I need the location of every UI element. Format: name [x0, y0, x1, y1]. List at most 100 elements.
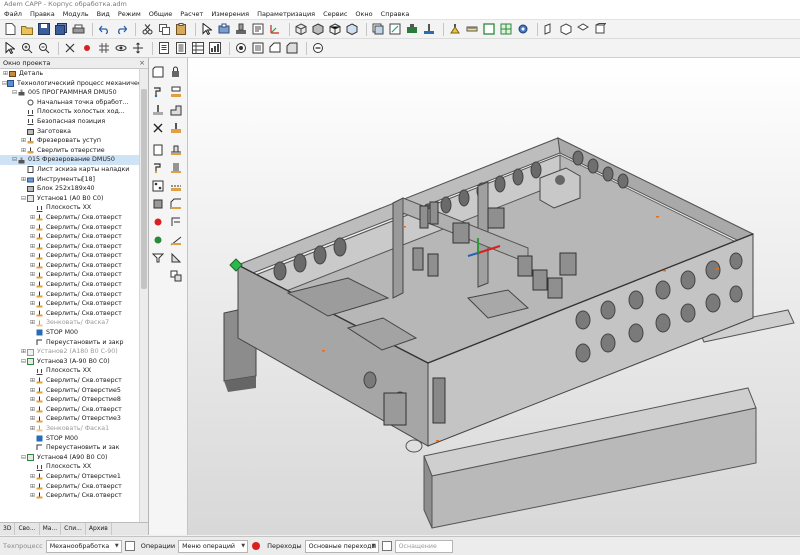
- multi-hole-icon[interactable]: [152, 180, 166, 194]
- drill-tool-icon[interactable]: [152, 104, 166, 118]
- panel-tab[interactable]: 3D: [0, 523, 16, 535]
- expand-toggle-icon[interactable]: ⊞: [29, 290, 36, 300]
- tree-item[interactable]: ⊞ Сверлить отверстие: [0, 146, 139, 156]
- tree-item[interactable]: Плоскость XX: [0, 462, 139, 472]
- slot-icon[interactable]: [170, 144, 184, 158]
- tree-item[interactable]: ⊟ Установ4 (А90 В0 С0): [0, 453, 139, 463]
- tree-item[interactable]: ⊞ Деталь: [0, 69, 139, 79]
- expand-toggle-icon[interactable]: ⊞: [2, 69, 9, 79]
- tab-shape-icon[interactable]: [152, 66, 166, 80]
- operations-field[interactable]: Меню операций ▼: [178, 539, 249, 553]
- hole-icon[interactable]: [234, 41, 248, 55]
- expand-toggle-icon[interactable]: ⊞: [29, 318, 36, 328]
- save-icon[interactable]: [37, 22, 51, 36]
- transitions-field[interactable]: Основные переходы ▼: [304, 539, 379, 553]
- new-file-icon[interactable]: [3, 22, 17, 36]
- tree-item[interactable]: Безопасная позиция: [0, 117, 139, 127]
- notice-field[interactable]: Оснащение: [394, 539, 453, 553]
- tree-item[interactable]: ⊟ 005 ПРОГРАММНАЯ DMU50: [0, 88, 139, 98]
- tree-item[interactable]: ⊞ Сверлить/ Скв.отверст: [0, 491, 139, 501]
- expand-toggle-icon[interactable]: ⊟: [20, 194, 27, 204]
- tree-item[interactable]: Плоскость XX: [0, 366, 139, 376]
- tree-item[interactable]: ⊞ Сверлить/ Скв.отверст: [0, 270, 139, 280]
- list-icon[interactable]: [124, 541, 135, 551]
- tree-item[interactable]: ⊞ Сверлить/ Скв.отверст: [0, 299, 139, 309]
- chamfer-icon[interactable]: [285, 41, 299, 55]
- tree-item[interactable]: ⊞ Сверлить/ Скв.отверст: [0, 261, 139, 271]
- simulation-icon[interactable]: [405, 22, 419, 36]
- expand-toggle-icon[interactable]: ⊞: [29, 261, 36, 271]
- tree-item[interactable]: ⊞ Сверлить/ Отверстие1: [0, 472, 139, 482]
- tree-item[interactable]: ⊞ Установ2 (А180 В0 С-90): [0, 347, 139, 357]
- bore-icon[interactable]: [170, 122, 184, 136]
- cube-view-icon[interactable]: [294, 22, 308, 36]
- funnel-icon[interactable]: [151, 252, 166, 266]
- tree-item[interactable]: ⊟ 015 Фрезерование DMU50: [0, 155, 139, 165]
- reset-tool-icon[interactable]: [170, 216, 184, 230]
- tree-item[interactable]: ⊟ Установ1 (А0 В0 С0): [0, 194, 139, 204]
- page-icon[interactable]: [152, 144, 166, 158]
- tree-scrollbar[interactable]: [139, 69, 148, 522]
- contour-icon[interactable]: [170, 180, 184, 194]
- tree-item[interactable]: Плоскость холостых ход...: [0, 107, 139, 117]
- expand-toggle-icon[interactable]: ⊞: [29, 424, 36, 434]
- expand-toggle-icon[interactable]: ⊞: [29, 386, 36, 396]
- expand-toggle-icon[interactable]: ⊞: [29, 242, 36, 252]
- expand-toggle-icon[interactable]: ⊞: [29, 491, 36, 501]
- delete-op-icon[interactable]: [152, 122, 166, 136]
- menu-item[interactable]: Общие: [145, 9, 176, 19]
- 3d-viewport[interactable]: [188, 58, 800, 535]
- print-icon[interactable]: [71, 22, 85, 36]
- tree-item[interactable]: ⊞ Сверлить/ Скв.отверст: [0, 223, 139, 233]
- menu-item[interactable]: Окно: [351, 9, 376, 19]
- tree-item[interactable]: Лист эскиза карты наладки: [0, 165, 139, 175]
- tool-library-icon[interactable]: [422, 22, 436, 36]
- menu-item[interactable]: Сервис: [319, 9, 351, 19]
- expand-toggle-icon[interactable]: ⊞: [20, 136, 27, 146]
- tree-item[interactable]: Блок 252х189х40: [0, 184, 139, 194]
- cube-shaded-icon[interactable]: [311, 22, 325, 36]
- machine-tool-icon[interactable]: [234, 22, 248, 36]
- panel-tab[interactable]: Спи...: [61, 523, 86, 535]
- orbit-icon[interactable]: [114, 41, 128, 55]
- expand-toggle-icon[interactable]: ⊞: [29, 213, 36, 223]
- expand-toggle-icon[interactable]: ⊞: [29, 414, 36, 424]
- close-icon[interactable]: ×: [139, 58, 145, 68]
- zoom-in-icon[interactable]: [20, 41, 34, 55]
- menu-item[interactable]: Справка: [377, 9, 414, 19]
- tree-item[interactable]: ⊞ Сверлить/ Скв.отверст: [0, 213, 139, 223]
- view-iso-icon[interactable]: [559, 22, 573, 36]
- cube-wire-icon[interactable]: [328, 22, 342, 36]
- coordinate-system-icon[interactable]: [268, 22, 282, 36]
- pan-icon[interactable]: [131, 41, 145, 55]
- expand-toggle-icon[interactable]: ⊟: [20, 357, 27, 367]
- outline-icon[interactable]: [268, 41, 282, 55]
- green-grid-icon[interactable]: [499, 22, 513, 36]
- tree-item[interactable]: ⊞ Сверлить/ Скв.отверст: [0, 280, 139, 290]
- chamfer-tool-icon[interactable]: [170, 198, 184, 212]
- red-dot-icon[interactable]: [80, 41, 94, 55]
- grid-icon[interactable]: [97, 41, 111, 55]
- tree-item[interactable]: ⊞ Сверлить/ Скв.отверст: [0, 232, 139, 242]
- tree-item[interactable]: ⊞ Сверлить/ Скв.отверст: [0, 290, 139, 300]
- expand-toggle-icon[interactable]: ⊞: [29, 280, 36, 290]
- tree-item[interactable]: Начальная точка обработ...: [0, 98, 139, 108]
- expand-toggle-icon[interactable]: ⊞: [29, 299, 36, 309]
- paint-icon[interactable]: [448, 22, 462, 36]
- panel-tab[interactable]: Сво...: [15, 523, 40, 535]
- arrow-icon[interactable]: [3, 41, 17, 55]
- menu-item[interactable]: Расчет: [176, 9, 207, 19]
- menu-item[interactable]: Измерения: [207, 9, 253, 19]
- panel-tab[interactable]: Архив: [86, 523, 112, 535]
- layers-icon[interactable]: [371, 22, 385, 36]
- drawing-icon[interactable]: [388, 22, 402, 36]
- tree-item[interactable]: ⊞ Сверлить/ Отверстие3: [0, 414, 139, 424]
- expand-toggle-icon[interactable]: ⊞: [29, 251, 36, 261]
- doc-list-icon[interactable]: [174, 41, 188, 55]
- expand-toggle-icon[interactable]: ⊞: [29, 223, 36, 233]
- green-check-icon[interactable]: [152, 234, 166, 248]
- paste-icon[interactable]: [174, 22, 188, 36]
- redo-icon[interactable]: [114, 22, 128, 36]
- green-frame-icon[interactable]: [482, 22, 496, 36]
- record-icon[interactable]: [251, 541, 261, 551]
